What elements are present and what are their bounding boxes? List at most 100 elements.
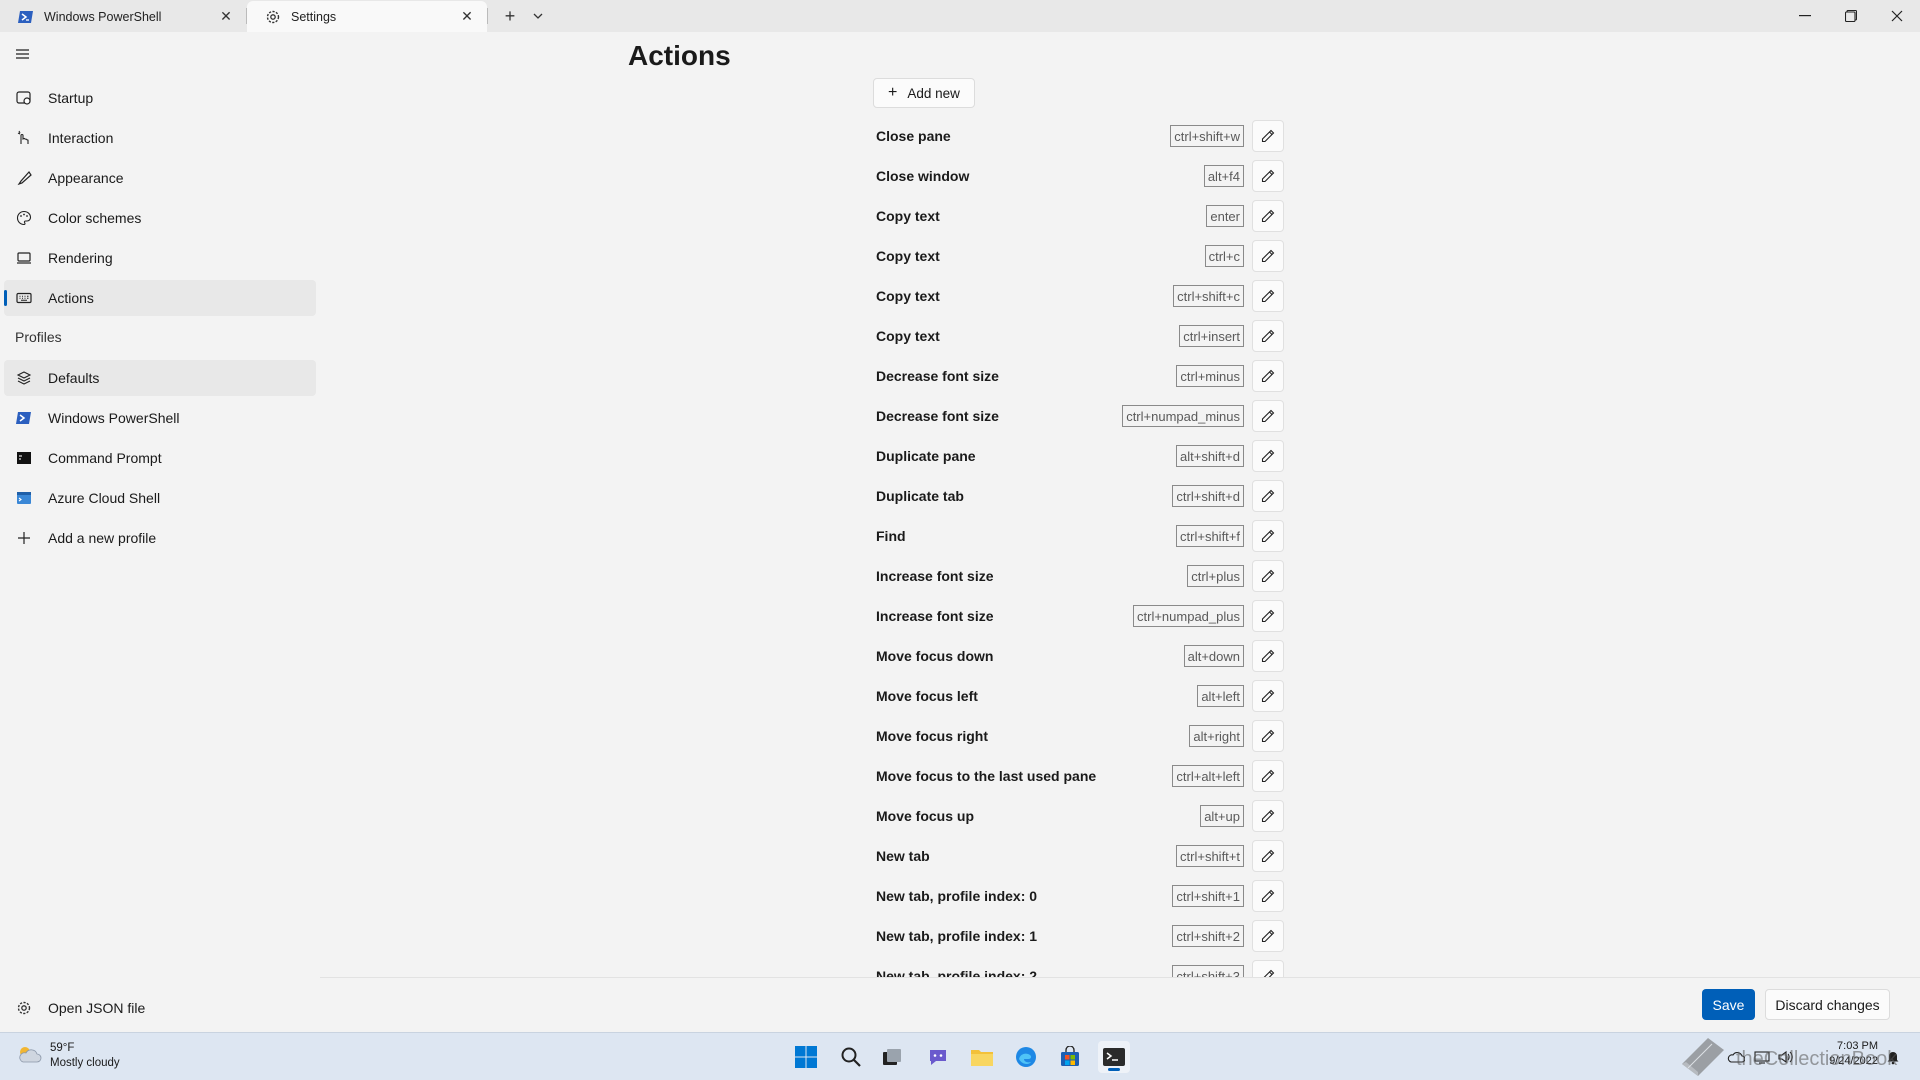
edit-icon[interactable] [1252,640,1284,672]
task-view-icon[interactable] [876,1041,908,1073]
edit-icon[interactable] [1252,360,1284,392]
action-row[interactable]: Move focus left alt+left [860,676,1300,716]
action-row[interactable]: Copy text ctrl+insert [860,316,1300,356]
sidebar-item-label: Command Prompt [48,450,162,466]
edit-icon[interactable] [1252,880,1284,912]
action-row[interactable]: Close pane ctrl+shift+w [860,116,1300,156]
edge-icon[interactable] [1010,1041,1042,1073]
keychord-badge: ctrl+insert [1179,325,1244,347]
action-row[interactable]: Move focus to the last used pane ctrl+alt… [860,756,1300,796]
action-row[interactable]: Move focus right alt+right [860,716,1300,756]
new-tab-button[interactable]: + [494,0,526,32]
windows-start-icon[interactable] [790,1041,822,1073]
action-row[interactable]: Move focus down alt+down [860,636,1300,676]
edit-icon[interactable] [1252,160,1284,192]
action-row[interactable]: Duplicate pane alt+shift+d [860,436,1300,476]
maximize-icon[interactable] [1828,0,1874,32]
gear-icon [14,998,34,1018]
sidebar-item-interaction[interactable]: Interaction [4,120,316,156]
action-row[interactable]: Decrease font size ctrl+minus [860,356,1300,396]
edit-icon[interactable] [1252,920,1284,952]
action-row[interactable]: Duplicate tab ctrl+shift+d [860,476,1300,516]
edit-icon[interactable] [1252,520,1284,552]
edit-icon[interactable] [1252,560,1284,592]
action-row[interactable]: New tab, profile index: 0 ctrl+shift+1 [860,876,1300,916]
edit-icon[interactable] [1252,600,1284,632]
action-name: New tab [876,848,930,864]
footer-divider [320,977,1920,978]
notification-bell-icon[interactable] [1882,1043,1904,1071]
network-icon[interactable] [1751,1043,1773,1071]
hamburger-menu-icon[interactable] [14,46,34,66]
edit-icon[interactable] [1252,440,1284,472]
action-name: New tab, profile index: 1 [876,928,1038,944]
edit-icon[interactable] [1252,120,1284,152]
tab-settings[interactable]: Settings ✕ [247,1,487,32]
sidebar-item-command-prompt[interactable]: Command Prompt [4,440,316,476]
edit-icon[interactable] [1252,400,1284,432]
sidebar-item-label: Rendering [48,250,113,266]
store-icon[interactable] [1054,1041,1086,1073]
minimize-icon[interactable] [1782,0,1828,32]
open-json-button[interactable]: Open JSON file [4,990,316,1026]
edit-icon[interactable] [1252,720,1284,752]
action-name: Decrease font size [876,368,999,384]
system-clock[interactable]: 7:03 PM 9/24/2022 [1808,1039,1878,1069]
discard-changes-button[interactable]: Discard changes [1765,989,1890,1020]
tab-windows-powershell[interactable]: Windows PowerShell ✕ [0,1,246,32]
keychord-badge: ctrl+alt+left [1172,765,1244,787]
chat-icon[interactable] [922,1041,954,1073]
action-row[interactable]: Decrease font size ctrl+numpad_minus [860,396,1300,436]
weather-widget[interactable]: 59°F Mostly cloudy [16,1041,120,1071]
sidebar-item-defaults[interactable]: Defaults [4,360,316,396]
sidebar-item-azure-cloud-shell[interactable]: Azure Cloud Shell [4,480,316,516]
edit-icon[interactable] [1252,800,1284,832]
powershell-icon [18,9,34,25]
sidebar-item-appearance[interactable]: Appearance [4,160,316,196]
edit-icon[interactable] [1252,320,1284,352]
chevron-down-icon[interactable] [526,0,550,32]
sidebar-item-label: Defaults [48,370,100,386]
close-icon[interactable]: ✕ [216,7,236,27]
sidebar-item-add-new-profile[interactable]: Add a new profile [4,520,316,556]
action-row[interactable]: Copy text ctrl+shift+c [860,276,1300,316]
action-row[interactable]: Move focus up alt+up [860,796,1300,836]
edit-icon[interactable] [1252,480,1284,512]
action-row[interactable]: Increase font size ctrl+plus [860,556,1300,596]
keychord-badge: ctrl+c [1204,245,1244,267]
action-row[interactable]: New tab, profile index: 1 ctrl+shift+2 [860,916,1300,956]
add-new-button[interactable]: + Add new [873,78,975,108]
file-explorer-icon[interactable] [966,1041,998,1073]
action-row[interactable]: Close window alt+f4 [860,156,1300,196]
sidebar-item-rendering[interactable]: Rendering [4,240,316,276]
onedrive-icon[interactable] [1725,1043,1747,1071]
page-title: Actions [628,40,731,71]
actions-list[interactable]: Close pane ctrl+shift+w Close window alt+f4… [860,116,1300,978]
title-bar: Windows PowerShell ✕ Settings ✕ + [0,0,1920,32]
volume-icon[interactable] [1775,1043,1797,1071]
action-row[interactable]: New tab, profile index: 2 ctrl+shift+3 [860,956,1300,978]
action-row[interactable]: Find ctrl+shift+f [860,516,1300,556]
sidebar-item-startup[interactable]: Startup [4,80,316,116]
edit-icon[interactable] [1252,960,1284,978]
edit-icon[interactable] [1252,240,1284,272]
edit-icon[interactable] [1252,840,1284,872]
edit-icon[interactable] [1252,280,1284,312]
action-name: Duplicate tab [876,488,964,504]
edit-icon[interactable] [1252,200,1284,232]
close-icon[interactable] [1874,0,1920,32]
terminal-icon[interactable] [1098,1041,1130,1073]
sidebar-item-actions[interactable]: Actions [4,280,316,316]
action-row[interactable]: New tab ctrl+shift+t [860,836,1300,876]
close-icon[interactable]: ✕ [457,7,477,27]
action-row[interactable]: Copy text enter [860,196,1300,236]
edit-icon[interactable] [1252,760,1284,792]
edit-icon[interactable] [1252,680,1284,712]
action-row[interactable]: Copy text ctrl+c [860,236,1300,276]
sidebar-item-windows-powershell[interactable]: Windows PowerShell [4,400,316,436]
save-button[interactable]: Save [1702,989,1755,1020]
action-row[interactable]: Increase font size ctrl+numpad_plus [860,596,1300,636]
sidebar-item-color-schemes[interactable]: Color schemes [4,200,316,236]
keychord-badge: ctrl+shift+c [1173,285,1244,307]
search-icon[interactable] [835,1041,867,1073]
